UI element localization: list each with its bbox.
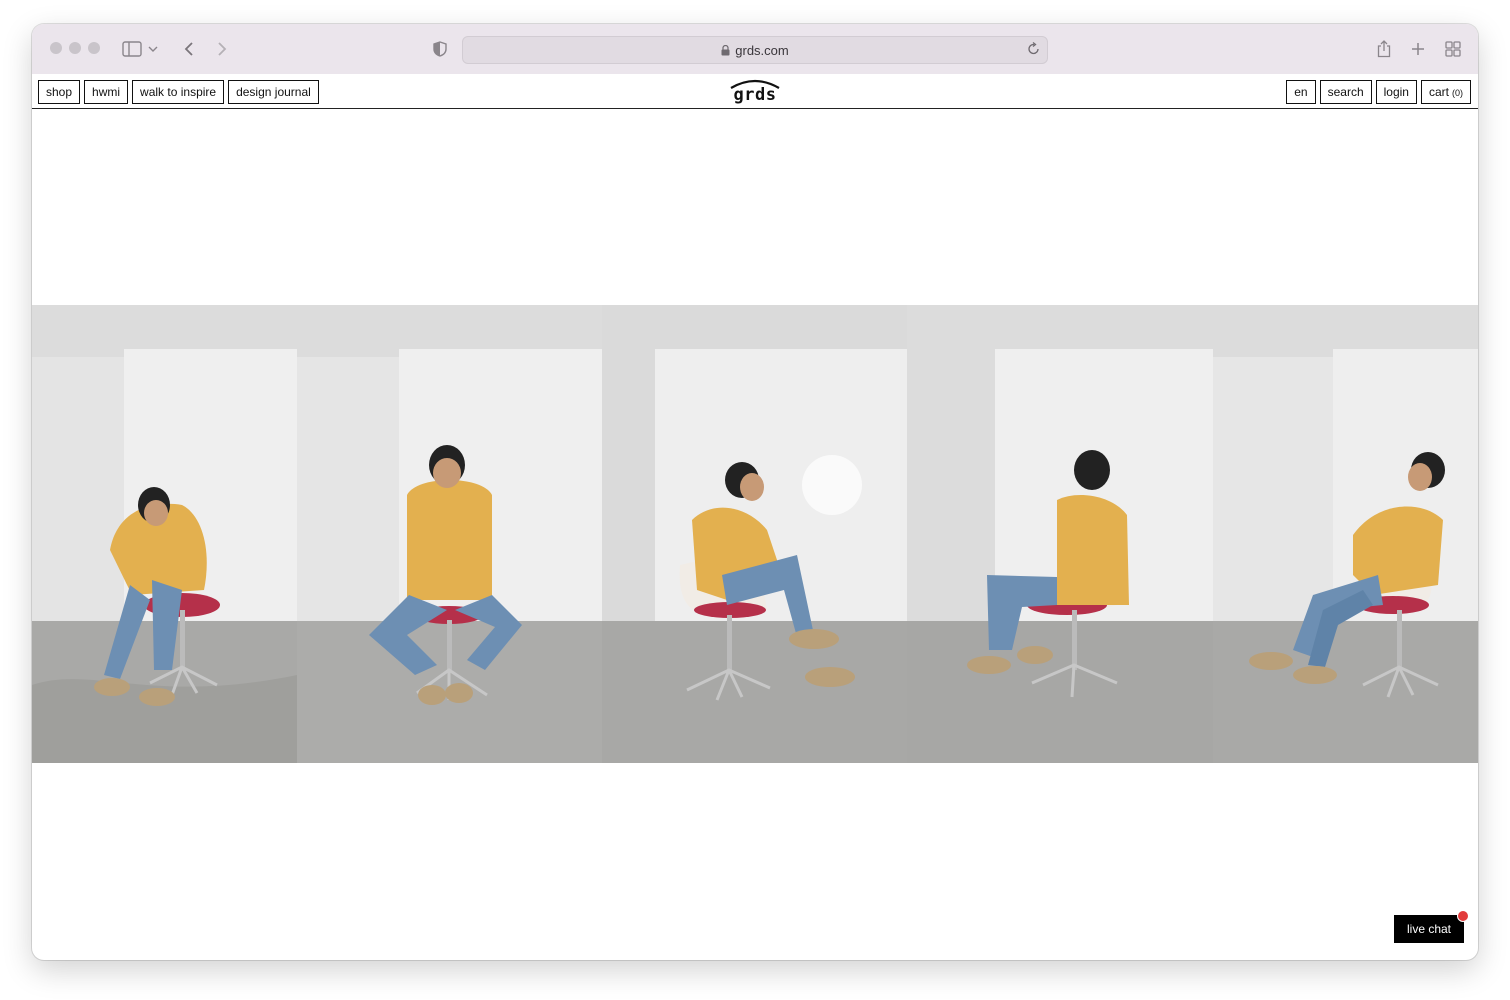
share-icon[interactable] (1372, 37, 1396, 61)
nav-hwmi[interactable]: hwmi (84, 80, 129, 104)
cart-button[interactable]: cart (0) (1420, 80, 1471, 104)
sidebar-icon[interactable] (120, 37, 144, 61)
search-button[interactable]: search (1319, 80, 1372, 104)
utility-nav: en search login cart (0) (1286, 80, 1471, 104)
lookbook-photo-5[interactable] (1213, 305, 1478, 763)
close-window-button[interactable] (50, 42, 62, 54)
browser-window: grds.com shop hwmi walk to inspire desig… (32, 24, 1478, 960)
chevron-down-icon[interactable] (146, 37, 160, 61)
nav-shop[interactable]: shop (38, 80, 81, 104)
site-logo[interactable]: grds (728, 76, 782, 106)
site-header: shop hwmi walk to inspire design journal… (32, 74, 1478, 109)
lookbook-photo-3[interactable] (602, 305, 907, 763)
reload-icon[interactable] (1027, 41, 1041, 60)
language-button[interactable]: en (1286, 80, 1316, 104)
url-text: grds.com (735, 42, 789, 58)
lookbook-photo-4[interactable] (907, 305, 1213, 763)
new-tab-icon[interactable] (1406, 37, 1430, 61)
lock-icon (721, 44, 730, 56)
window-controls (50, 42, 100, 54)
address-bar[interactable]: grds.com (462, 36, 1048, 64)
browser-toolbar: grds.com (32, 24, 1478, 75)
forward-icon[interactable] (210, 37, 234, 61)
lookbook-photo-2[interactable] (297, 305, 602, 763)
notification-dot (1457, 910, 1469, 922)
zoom-window-button[interactable] (88, 42, 100, 54)
cart-count: (0) (1452, 88, 1463, 98)
minimize-window-button[interactable] (69, 42, 81, 54)
primary-nav: shop hwmi walk to inspire design journal (38, 80, 319, 104)
logo-text: grds (733, 85, 777, 105)
shield-icon[interactable] (428, 37, 452, 61)
tab-overview-icon[interactable] (1441, 37, 1465, 61)
cart-label: cart (1428, 85, 1449, 99)
login-button[interactable]: login (1375, 80, 1417, 104)
back-icon[interactable] (177, 37, 201, 61)
nav-walk-to-inspire[interactable]: walk to inspire (132, 80, 225, 104)
live-chat-button[interactable]: live chat (1394, 910, 1469, 943)
lookbook-strip (32, 305, 1478, 763)
live-chat-label: live chat (1406, 922, 1452, 936)
nav-design-journal[interactable]: design journal (228, 80, 319, 104)
lookbook-photo-1[interactable] (32, 305, 297, 763)
